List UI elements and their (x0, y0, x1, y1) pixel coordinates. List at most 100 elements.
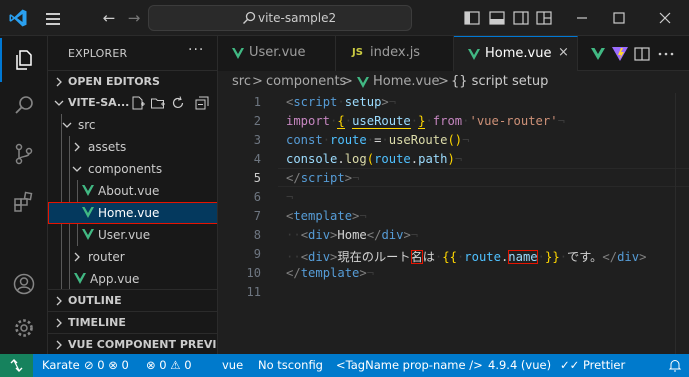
chevron-right-icon (56, 340, 62, 350)
close-window-icon[interactable] (655, 8, 675, 28)
chevron-down-icon (54, 100, 64, 106)
js-file-icon: JS (352, 47, 363, 58)
status-bar: Karate ⊘ 0 ⊗ 0 ⊗ 0 ⚠ 0 vue No tsconfig <… (0, 354, 689, 377)
outline-section[interactable]: OUTLINE (48, 289, 217, 311)
customize-layout-icon[interactable] (534, 8, 554, 28)
search-match-highlight: 名 (410, 250, 423, 264)
activity-bar (0, 36, 48, 354)
more-actions-icon[interactable]: ··· (188, 42, 204, 58)
code-editor[interactable]: 1 2 3 4 5 6 7 8 9 10 11 <script·setup>¬ … (218, 93, 689, 354)
tree-file-about-vue[interactable]: About.vue (48, 180, 217, 202)
vue-file-icon (357, 77, 369, 88)
chevron-right-icon (74, 142, 80, 152)
breadcrumb-components[interactable]: components (266, 74, 346, 89)
new-folder-icon[interactable] (150, 95, 166, 111)
tree-folder-src[interactable]: src (48, 114, 217, 136)
search-text: vite-sample2 (258, 11, 337, 25)
menu-icon[interactable] (43, 9, 63, 27)
folder-label: src (78, 118, 96, 132)
tree-folder-components[interactable]: components (48, 158, 217, 180)
line-number: 11 (246, 285, 261, 299)
breadcrumb-symbol[interactable]: {} script setup (451, 74, 548, 89)
line-number: 8 (253, 228, 261, 242)
tab-user-vue[interactable]: User.vue (218, 36, 336, 71)
folder-label: assets (88, 140, 127, 154)
folder-label: components (88, 162, 163, 176)
explorer-title: EXPLORER (68, 47, 128, 60)
more-actions-icon[interactable] (656, 44, 676, 64)
manage-gear-icon[interactable] (0, 306, 48, 350)
breadcrumb: src > components > Home.vue > {} script … (218, 71, 689, 93)
vue-file-icon (82, 229, 94, 240)
tree-folder-assets[interactable]: assets (48, 136, 217, 158)
breadcrumb-separator: > (342, 74, 353, 89)
timeline-label: TIMELINE (68, 316, 126, 329)
tree-file-user-vue[interactable]: User.vue (48, 224, 217, 246)
extensions-icon[interactable] (0, 180, 48, 224)
file-label: About.vue (98, 184, 160, 198)
tab-home-vue[interactable]: Home.vue × (454, 36, 578, 71)
tsconfig-status[interactable]: No tsconfig (258, 358, 323, 372)
file-label: User.vue (98, 228, 151, 242)
tree-file-app-vue[interactable]: App.vue (48, 268, 217, 290)
open-editors-label: OPEN EDITORS (68, 75, 160, 88)
maximize-icon[interactable] (609, 8, 629, 28)
files-icon[interactable] (0, 38, 48, 82)
refresh-icon[interactable] (170, 95, 186, 111)
karate-counts[interactable]: ⊘ 0 ⊗ 0 (84, 358, 129, 372)
tree-folder-router[interactable]: router (48, 246, 217, 268)
ts-version[interactable]: 4.9.4 (vue) (488, 358, 551, 372)
vue-file-icon (468, 49, 480, 60)
tab-index-js[interactable]: JS index.js (336, 36, 454, 71)
forward-icon[interactable]: → (124, 8, 144, 28)
search-match-highlight: name (508, 250, 538, 264)
vue-preview-section[interactable]: VUE COMPONENT PREVIEW (48, 333, 217, 354)
code-line: const·route·=·useRoute()¬ (286, 133, 470, 147)
chevron-down-icon (72, 166, 82, 172)
breadcrumb-file[interactable]: Home.vue (373, 74, 439, 89)
open-editors-section[interactable]: OPEN EDITORS (48, 70, 217, 92)
prettier-status[interactable]: ✓✓ Prettier (560, 358, 625, 372)
search-icon (243, 11, 256, 24)
new-file-icon[interactable] (130, 95, 146, 111)
project-folder-section[interactable]: VITE-SA... (48, 92, 217, 114)
toggle-secondary-sidebar-icon[interactable] (511, 8, 531, 28)
problems-status[interactable]: ⊗ 0 ⚠ 0 (146, 358, 192, 372)
line-number: 5 (253, 171, 261, 185)
line-number: 7 (253, 209, 261, 223)
breadcrumb-separator: > (252, 74, 263, 89)
vite-icon[interactable] (610, 44, 630, 64)
tab-label: index.js (370, 45, 421, 60)
chevron-right-icon (56, 77, 62, 87)
explorer-sidebar: EXPLORER ··· OPEN EDITORS VITE-SA... src… (48, 36, 218, 354)
minimize-icon[interactable] (572, 8, 592, 28)
search-icon[interactable] (0, 84, 48, 128)
back-icon[interactable]: ← (99, 8, 119, 28)
vue-file-icon (232, 48, 244, 59)
split-editor-icon[interactable] (632, 44, 652, 64)
breadcrumb-src[interactable]: src (232, 74, 251, 89)
collapse-all-icon[interactable] (194, 95, 210, 111)
editor-tabs: User.vue JS index.js Home.vue × (218, 36, 689, 71)
line-number: 4 (253, 152, 261, 166)
code-line: <template>¬ (286, 209, 367, 223)
bell-icon[interactable] (669, 359, 681, 372)
karate-status[interactable]: Karate (42, 358, 80, 372)
close-tab-icon[interactable]: × (558, 45, 569, 60)
source-control-icon[interactable] (0, 132, 48, 176)
vue-preview-icon[interactable] (588, 44, 608, 64)
code-line: <script·setup>¬ (286, 95, 397, 109)
tree-file-home-vue[interactable]: Home.vue (48, 202, 217, 224)
editor-scrollbar[interactable] (675, 93, 689, 354)
remote-indicator[interactable] (0, 354, 33, 377)
tag-name-style[interactable]: <TagName prop-name /> (336, 358, 483, 372)
toggle-panel-icon[interactable] (487, 8, 507, 28)
code-line: import·{·useRoute·}·from·'vue-router'¬ (286, 114, 565, 129)
toggle-primary-sidebar-icon[interactable] (462, 8, 482, 28)
language-mode[interactable]: vue (222, 358, 243, 372)
command-center-search[interactable]: vite-sample2 (148, 5, 412, 31)
account-icon[interactable] (0, 262, 48, 306)
folder-label: router (88, 250, 125, 264)
vue-file-icon (82, 185, 94, 196)
timeline-section[interactable]: TIMELINE (48, 311, 217, 333)
